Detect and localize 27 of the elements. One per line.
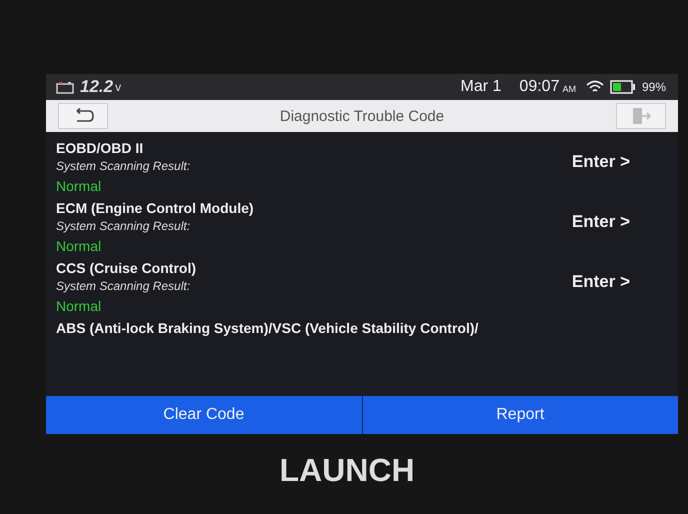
enter-link[interactable]: Enter > [572,212,630,232]
enter-link[interactable]: Enter > [572,272,630,292]
status-time: 09:07 [519,78,560,96]
scan-result: Normal [56,177,102,194]
scan-result: Normal [56,297,102,314]
wifi-icon [586,80,604,94]
enter-link[interactable]: Enter > [572,152,630,172]
battery-percent: 99% [642,80,666,94]
voltage-unit: v [115,80,122,94]
system-name: ABS (Anti-lock Braking System)/VSC (Vehicle Stability Control)/ [56,320,478,336]
scan-result-label: System Scanning Result: [56,219,192,233]
scan-result: Normal [56,237,102,254]
system-name: EOBD/OBD II [56,140,144,156]
scan-result-label: System Scanning Result: [56,159,190,173]
brand-logo: LAUNCH [278,452,416,489]
clear-code-button[interactable]: Clear Code [46,396,362,434]
window-title: Diagnostic Trouble Code [280,108,444,124]
system-name: CCS (Cruise Control) [56,260,196,276]
battery-icon [610,80,636,94]
scan-result-label: System Scanning Result: [56,279,192,293]
car-battery-icon [56,80,74,94]
status-meridiem: AM [562,84,576,94]
voltage-reading: 12.2 [80,77,114,97]
report-button[interactable]: Report [362,396,678,434]
back-button[interactable] [58,103,108,129]
system-name: ECM (Engine Control Module) [56,200,254,216]
status-date: Mar 1 [460,78,502,96]
